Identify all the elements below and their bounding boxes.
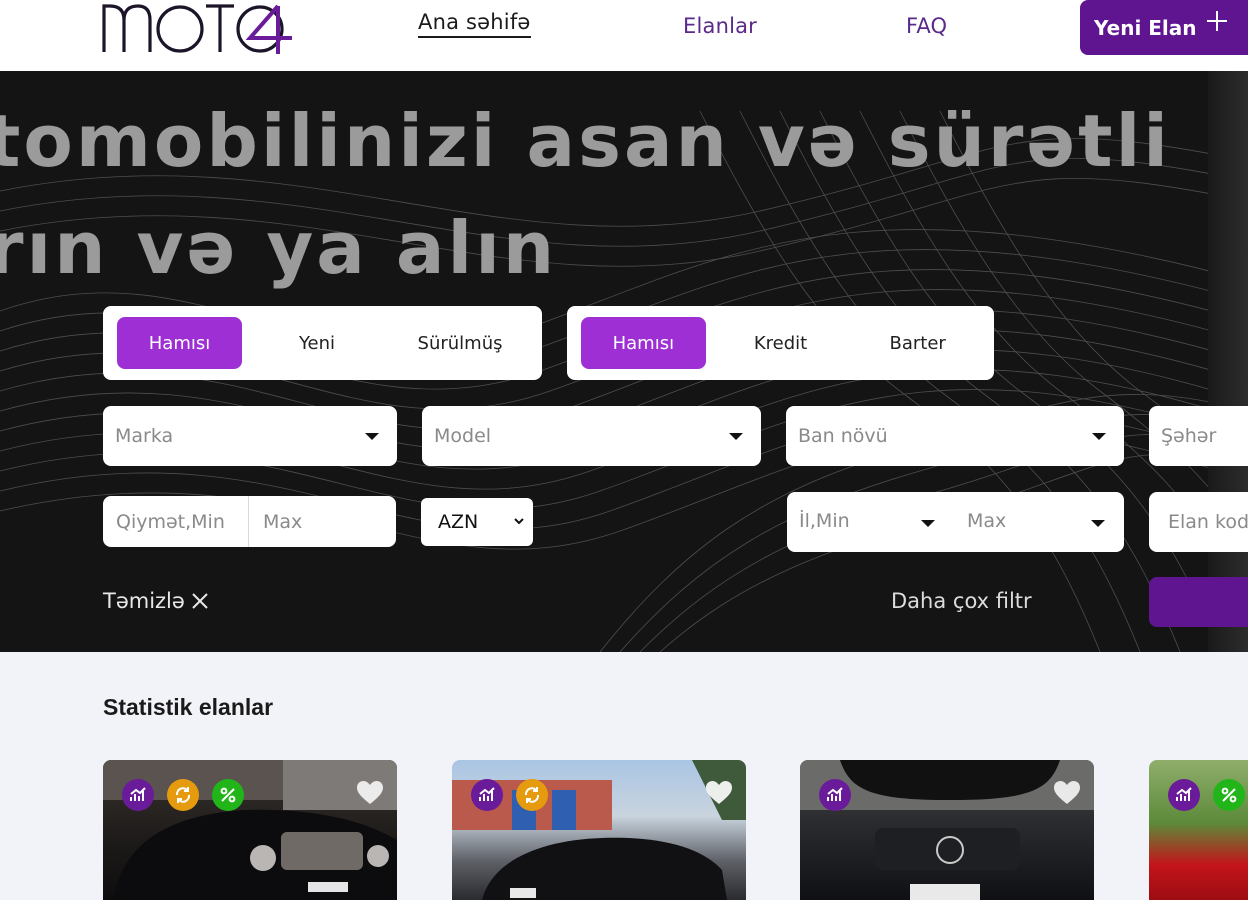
stats-badge bbox=[1168, 779, 1200, 811]
model-placeholder: Model bbox=[434, 425, 492, 447]
new-ad-button[interactable]: Yeni Elan bbox=[1080, 0, 1248, 55]
listing-card[interactable] bbox=[1149, 760, 1248, 900]
city-select[interactable]: Şəhər bbox=[1149, 406, 1248, 466]
year-max-select[interactable]: Max bbox=[967, 510, 1006, 532]
caret-down-icon bbox=[1091, 520, 1105, 527]
percent-icon bbox=[220, 787, 236, 803]
heart-icon[interactable] bbox=[356, 780, 384, 806]
heart-icon[interactable] bbox=[705, 780, 733, 806]
chart-up-icon bbox=[827, 787, 843, 801]
hero-search-section: tomobilinizi asan və sürətli rın və ya a… bbox=[0, 71, 1248, 652]
car-silhouette bbox=[1208, 71, 1248, 652]
hero-headline-line2: rın və ya alın bbox=[0, 206, 558, 290]
moto4-logo[interactable] bbox=[102, 2, 292, 54]
nav-ads[interactable]: Elanlar bbox=[683, 14, 757, 38]
ban-placeholder: Ban növü bbox=[798, 425, 888, 447]
heart-icon[interactable] bbox=[1053, 780, 1081, 806]
nav-faq[interactable]: FAQ bbox=[906, 14, 947, 38]
marka-select[interactable]: Marka bbox=[103, 406, 397, 466]
credit-badge bbox=[212, 779, 244, 811]
more-filters-link[interactable]: Daha çox filtr bbox=[891, 589, 1032, 613]
payment-tab-credit[interactable]: Kredit bbox=[706, 317, 856, 369]
caret-down-icon bbox=[365, 433, 379, 440]
year-min-select[interactable]: İl,Min bbox=[799, 510, 850, 532]
stats-badge bbox=[471, 779, 503, 811]
condition-tab-all[interactable]: Hamısı bbox=[117, 317, 242, 369]
clear-filters-button[interactable]: Təmizlə bbox=[103, 589, 209, 613]
payment-toggle-group: Hamısı Kredit Barter bbox=[567, 306, 994, 380]
credit-badge bbox=[1213, 779, 1245, 811]
condition-tab-new[interactable]: Yeni bbox=[242, 317, 392, 369]
refresh-icon bbox=[524, 787, 540, 803]
city-placeholder: Şəhər bbox=[1161, 425, 1217, 447]
price-min-input[interactable]: Qiymət,Min bbox=[103, 496, 249, 547]
price-max-input[interactable]: Max bbox=[249, 511, 302, 533]
chart-up-icon bbox=[130, 787, 146, 801]
chart-up-icon bbox=[479, 787, 495, 801]
listing-card[interactable] bbox=[103, 760, 397, 900]
payment-tab-all[interactable]: Hamısı bbox=[581, 317, 706, 369]
currency-select[interactable]: AZN bbox=[421, 498, 533, 546]
price-range-input: Qiymət,Min Max bbox=[103, 496, 396, 547]
payment-tab-barter[interactable]: Barter bbox=[855, 317, 980, 369]
hero-headline-line1: tomobilinizi asan və sürətli bbox=[0, 99, 1171, 183]
caret-down-icon bbox=[729, 433, 743, 440]
nav-home[interactable]: Ana səhifə bbox=[418, 10, 531, 38]
chart-up-icon bbox=[1176, 787, 1192, 801]
refresh-icon bbox=[175, 787, 191, 803]
barter-badge bbox=[516, 779, 548, 811]
clear-label: Təmizlə bbox=[103, 589, 185, 613]
chevron-down-icon bbox=[514, 518, 524, 525]
caret-down-icon bbox=[1092, 433, 1106, 440]
close-icon bbox=[192, 593, 208, 609]
stats-badge bbox=[122, 779, 154, 811]
listing-card[interactable] bbox=[452, 760, 746, 900]
search-button[interactable] bbox=[1149, 577, 1248, 627]
section-title: Statistik elanlar bbox=[103, 694, 274, 720]
currency-value: AZN bbox=[438, 511, 479, 533]
marka-placeholder: Marka bbox=[115, 425, 174, 447]
ad-code-input[interactable]: Elan kodu bbox=[1149, 492, 1248, 552]
stats-badge bbox=[819, 779, 851, 811]
caret-down-icon bbox=[921, 520, 935, 527]
condition-tab-used[interactable]: Sürülmüş bbox=[392, 317, 528, 369]
model-select[interactable]: Model bbox=[422, 406, 761, 466]
ban-type-select[interactable]: Ban növü bbox=[786, 406, 1124, 466]
new-ad-label: Yeni Elan bbox=[1094, 15, 1197, 40]
plus-icon bbox=[1207, 11, 1227, 31]
barter-badge bbox=[167, 779, 199, 811]
listing-card[interactable] bbox=[800, 760, 1094, 900]
percent-icon bbox=[1221, 787, 1237, 803]
year-range-select: İl,Min Max bbox=[787, 492, 1124, 552]
condition-toggle-group: Hamısı Yeni Sürülmüş bbox=[103, 306, 542, 380]
site-header: Ana səhifə Elanlar FAQ Yeni Elan bbox=[0, 0, 1248, 71]
